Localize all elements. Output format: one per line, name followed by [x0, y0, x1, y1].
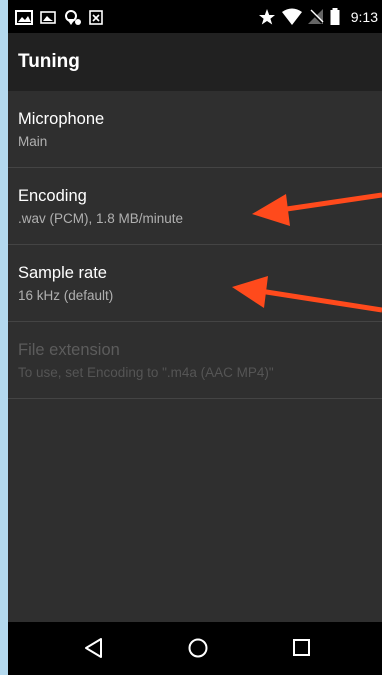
wifi-icon [282, 8, 302, 25]
setting-summary: Main [18, 134, 48, 149]
no-signal-icon [308, 9, 324, 24]
gallery-icon [15, 10, 33, 25]
home-icon[interactable] [186, 635, 210, 661]
setting-title: Microphone [18, 110, 105, 128]
page-title: Tuning [18, 51, 80, 72]
battery-icon [330, 8, 340, 25]
location-settings-icon [65, 10, 81, 25]
status-bar: 9:13 [8, 0, 382, 33]
recents-icon[interactable] [290, 635, 314, 661]
settings-list: Microphone Main Encoding .wav (PCM), 1.8… [8, 91, 382, 399]
setting-sample-rate[interactable]: Sample rate 16 kHz (default) [8, 245, 382, 322]
setting-encoding[interactable]: Encoding .wav (PCM), 1.8 MB/minute [8, 168, 382, 245]
back-icon[interactable] [82, 635, 106, 661]
phone-screen: 9:13 Tuning Microphone Main Encoding .wa… [8, 0, 382, 675]
setting-microphone[interactable]: Microphone Main [8, 91, 382, 168]
setting-title: Sample rate [18, 264, 107, 282]
image-icon [40, 11, 56, 24]
setting-summary: 16 kHz (default) [18, 288, 114, 303]
setting-summary: .wav (PCM), 1.8 MB/minute [18, 211, 184, 226]
app-bar: Tuning [8, 33, 382, 91]
close-box-icon [89, 10, 103, 25]
setting-title: Encoding [18, 187, 87, 205]
star-icon [259, 9, 275, 25]
setting-file-extension: File extension To use, set Encoding to "… [8, 322, 382, 399]
setting-title: File extension [18, 341, 120, 359]
status-time: 9:13 [350, 9, 378, 25]
setting-summary: To use, set Encoding to ".m4a (AAC MP4)" [18, 365, 274, 380]
screenshot-stage: 9:13 Tuning Microphone Main Encoding .wa… [0, 0, 382, 675]
navigation-bar [8, 622, 382, 675]
